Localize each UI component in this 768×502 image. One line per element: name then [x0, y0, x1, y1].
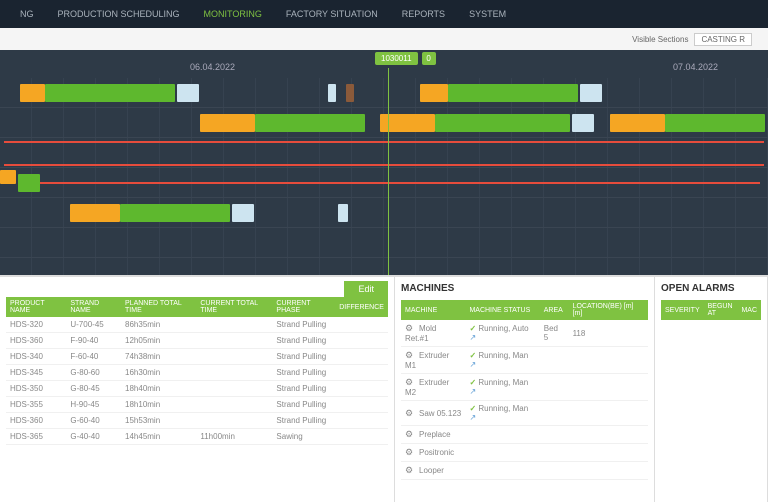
nav-ng[interactable]: NG	[8, 0, 46, 28]
date-label-2: 07.04.2022	[673, 62, 718, 72]
date-label-1: 06.04.2022	[190, 62, 235, 72]
table-row[interactable]: ⚙Mold Ret.#1✓ Running, Auto ↗Bed 5118	[401, 320, 648, 347]
gantt-chart: 1030011 0 06.04.2022 07.04.2022	[0, 50, 768, 275]
th-planned[interactable]: PLANNED TOTAL TIME	[121, 297, 196, 317]
bottom-panels: Edit PRODUCT NAME STRAND NAME PLANNED TO…	[0, 275, 768, 502]
th-phase[interactable]: CURRENT PHASE	[272, 297, 335, 317]
alarms-table: SEVERITY BEGUN AT MAC	[661, 300, 761, 320]
table-row[interactable]: HDS-365G-40-4014h45min11h00minSawing	[6, 429, 388, 445]
th-area[interactable]: AREA	[540, 300, 569, 320]
nav-production-scheduling[interactable]: PRODUCTION SCHEDULING	[46, 0, 192, 28]
machines-table: MACHINE MACHINE STATUS AREA LOCATION(BE)…	[401, 300, 648, 480]
th-product[interactable]: PRODUCT NAME	[6, 297, 66, 317]
track-2[interactable]	[0, 108, 768, 138]
machines-title: MACHINES	[401, 283, 648, 294]
th-mac[interactable]: MAC	[737, 300, 761, 320]
nav-factory-situation[interactable]: FACTORY SITUATION	[274, 0, 390, 28]
track-3[interactable]	[0, 138, 768, 168]
th-mstatus[interactable]: MACHINE STATUS	[465, 300, 539, 320]
track-5[interactable]	[0, 198, 768, 228]
nav-reports[interactable]: REPORTS	[390, 0, 457, 28]
machines-panel: MACHINES MACHINE MACHINE STATUS AREA LOC…	[395, 277, 655, 502]
sub-bar: Visible Sections CASTING R	[0, 28, 768, 50]
table-row[interactable]: ⚙Extruder M2✓ Running, Man ↗	[401, 374, 648, 401]
table-row[interactable]: HDS-345G-80-6016h30minStrand Pulling	[6, 365, 388, 381]
th-machine[interactable]: MACHINE	[401, 300, 465, 320]
th-current[interactable]: CURRENT TOTAL TIME	[196, 297, 272, 317]
visible-sections-label: Visible Sections	[632, 35, 688, 44]
gantt-tracks	[0, 78, 768, 275]
products-table: PRODUCT NAME STRAND NAME PLANNED TOTAL T…	[6, 297, 388, 445]
track-1[interactable]	[0, 78, 768, 108]
table-row[interactable]: HDS-340F-60-4074h38minStrand Pulling	[6, 349, 388, 365]
table-row[interactable]: HDS-350G-80-4518h40minStrand Pulling	[6, 381, 388, 397]
track-4[interactable]	[0, 168, 768, 198]
nav-monitoring[interactable]: MONITORING	[192, 0, 274, 28]
th-loc[interactable]: LOCATION(BE) [m] [m]	[569, 300, 648, 320]
table-row[interactable]: ⚙Looper	[401, 462, 648, 480]
nav-system[interactable]: SYSTEM	[457, 0, 518, 28]
th-begun[interactable]: BEGUN AT	[704, 300, 738, 320]
table-row[interactable]: HDS-360F-90-4012h05minStrand Pulling	[6, 333, 388, 349]
track-6[interactable]	[0, 228, 768, 258]
edit-button[interactable]: Edit	[344, 281, 388, 297]
table-row[interactable]: ⚙Extruder M1✓ Running, Man ↗	[401, 347, 648, 374]
th-severity[interactable]: SEVERITY	[661, 300, 704, 320]
table-row[interactable]: ⚙Preplace	[401, 426, 648, 444]
table-row[interactable]: HDS-355H-90-4518h10minStrand Pulling	[6, 397, 388, 413]
th-strand[interactable]: STRAND NAME	[66, 297, 121, 317]
products-panel: Edit PRODUCT NAME STRAND NAME PLANNED TO…	[0, 277, 395, 502]
table-row[interactable]: HDS-320U-700-4586h35minStrand Pulling	[6, 317, 388, 333]
table-row[interactable]: ⚙Saw 05.123✓ Running, Man ↗	[401, 401, 648, 426]
table-row[interactable]: HDS-360G-60-4015h53minStrand Pulling	[6, 413, 388, 429]
alarms-title: OPEN ALARMS	[661, 283, 761, 294]
th-diff[interactable]: DIFFERENCE	[335, 297, 388, 317]
table-row[interactable]: ⚙Positronic	[401, 444, 648, 462]
top-nav: NG PRODUCTION SCHEDULING MONITORING FACT…	[0, 0, 768, 28]
alarms-panel: OPEN ALARMS SEVERITY BEGUN AT MAC	[655, 277, 768, 502]
current-time-line	[388, 68, 389, 275]
visible-sections-dropdown[interactable]: CASTING R	[694, 33, 752, 46]
